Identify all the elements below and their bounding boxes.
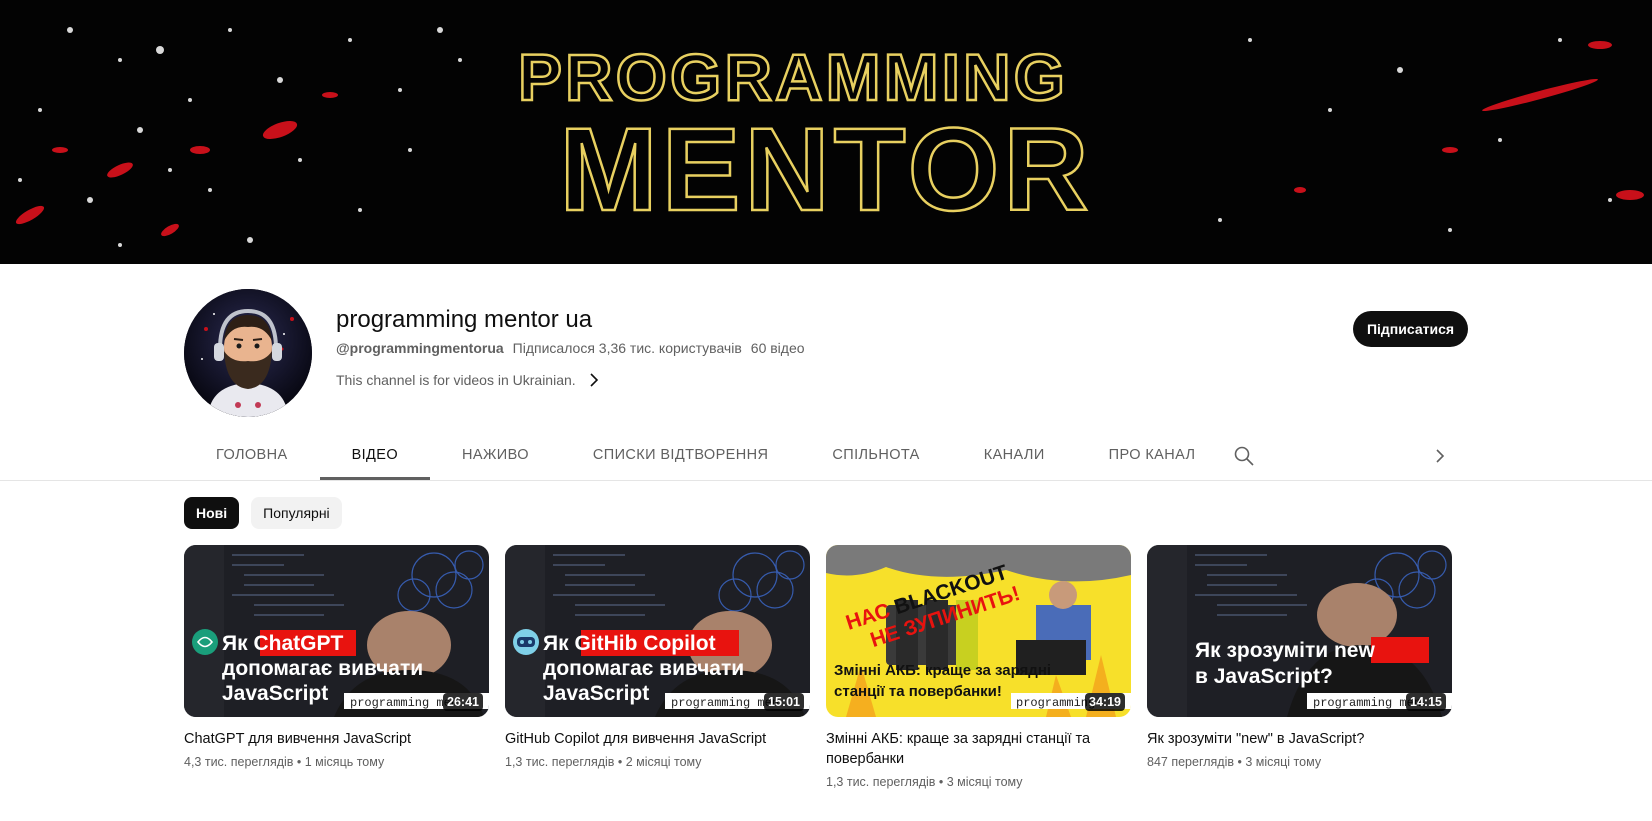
channel-avatar[interactable] [184,289,312,417]
thumb-text-2: в JavaScript? [1195,665,1333,688]
tab-channels[interactable]: КАНАЛИ [952,430,1077,480]
chevron-right-icon [590,373,598,387]
channel-meta: @programmingmentorua Підписалося 3,36 ти… [336,340,805,356]
video-thumbnail[interactable]: Як ChatGPT допомагає вивчати JavaScript … [184,545,489,717]
thumb-text-1b: GitHib Copilot [574,632,715,655]
tabs-divider [0,480,1652,481]
video-meta: 847 переглядів • 3 місяці тому [1147,755,1322,769]
thumb-watermark: programming men [350,696,458,710]
chatgpt-icon [192,629,218,655]
thumbnail-art: Як ChatGPT допомагає вивчати JavaScript … [184,545,489,717]
video-card[interactable]: Як GitHib Copilot допомагає вивчати Java… [505,545,810,769]
thumb-watermark: programming [1016,696,1095,710]
thumbnail-art: Як GitHib Copilot допомагає вивчати Java… [505,545,810,717]
thumb-watermark: programming men [1313,696,1421,710]
channel-name: programming mentor ua [336,306,593,333]
channel-handle: @programmingmentorua [336,340,504,356]
subscribe-button[interactable]: Підписатися [1353,311,1468,347]
thumb-text-2: допомагає вивчати [543,657,744,680]
search-icon[interactable] [1232,444,1256,468]
avatar-illustration [184,289,312,417]
banner-art: PROGRAMMING MENTOR [0,0,1652,264]
channel-description[interactable]: This channel is for videos in Ukrainian. [336,372,600,388]
tab-playlists[interactable]: СПИСКИ ВІДТВОРЕННЯ [561,430,801,480]
tab-live[interactable]: НАЖИВО [430,430,561,480]
video-duration: 14:15 [1406,693,1446,711]
video-thumbnail[interactable]: Як GitHib Copilot допомагає вивчати Java… [505,545,810,717]
svg-text:Як зрозуміти new: Як зрозуміти new [1195,639,1375,662]
video-card[interactable]: НАС BLACKOUT НЕ ЗУПИНИТЬ! Змінні АКБ: кр… [826,545,1131,789]
channel-description-text: This channel is for videos in Ukrainian. [336,372,576,388]
thumb-text-3: Змінні АКБ: краще за зарядні [834,662,1051,679]
video-meta: 4,3 тис. переглядів • 1 місяць тому [184,755,385,769]
thumb-text-1b: ChatGPT [253,632,343,655]
channel-banner: PROGRAMMING MENTOR [0,0,1652,264]
thumb-text-4: станції та повербанки! [834,683,1002,700]
chevron-right-icon[interactable] [1428,444,1452,468]
thumb-text-1a: Як зрозуміти [1195,639,1334,662]
video-card[interactable]: Як ChatGPT допомагає вивчати JavaScript … [184,545,489,769]
banner-line-2: MENTOR [559,104,1092,236]
chip-popular[interactable]: Популярні [251,497,342,529]
video-count: 60 відео [750,340,805,356]
chip-newest[interactable]: Нові [184,497,240,529]
video-duration: 26:41 [443,693,483,711]
thumb-text-1b: new [1334,639,1376,662]
video-title[interactable]: ChatGPT для вивчення JavaScript [184,729,489,749]
thumb-text-3: JavaScript [222,682,328,705]
video-title[interactable]: Змінні АКБ: краще за зарядні станції та … [826,729,1131,769]
tab-videos[interactable]: ВІДЕО [319,430,431,480]
video-thumbnail[interactable]: Як зрозуміти new в JavaScript? programmi… [1147,545,1452,717]
thumb-text-1a: Як [222,632,253,655]
thumb-watermark: programming men [671,696,779,710]
banner-line-1: PROGRAMMING [518,40,1068,114]
thumb-text-1a: Як [543,632,574,655]
video-thumbnail[interactable]: НАС BLACKOUT НЕ ЗУПИНИТЬ! Змінні АКБ: кр… [826,545,1131,717]
thumbnail-art: НАС BLACKOUT НЕ ЗУПИНИТЬ! Змінні АКБ: кр… [826,545,1131,717]
video-duration: 15:01 [764,693,804,711]
thumb-text-2: допомагає вивчати [222,657,423,680]
thumb-text-3: JavaScript [543,682,649,705]
subscriber-count: Підписалося 3,36 тис. користувачів [512,340,742,356]
tab-community[interactable]: СПІЛЬНОТА [800,430,951,480]
thumbnail-art: Як зрозуміти new в JavaScript? programmi… [1147,545,1452,717]
svg-text:Як GitHib Copilot: Як GitHib Copilot [543,632,716,655]
video-title[interactable]: Як зрозуміти "new" в JavaScript? [1147,729,1452,749]
video-meta: 1,3 тис. переглядів • 2 місяці тому [505,755,702,769]
svg-text:Як ChatGPT: Як ChatGPT [222,632,343,655]
channel-tabs: ГОЛОВНА ВІДЕО НАЖИВО СПИСКИ ВІДТВОРЕННЯ … [184,430,1227,480]
video-title[interactable]: GitHub Copilot для вивчення JavaScript [505,729,810,749]
tab-home[interactable]: ГОЛОВНА [184,430,320,480]
tab-about[interactable]: ПРО КАНАЛ [1077,430,1228,480]
video-duration: 34:19 [1085,693,1125,711]
video-card[interactable]: Як зрозуміти new в JavaScript? programmi… [1147,545,1452,769]
sort-chips: Нові Популярні [184,497,342,529]
video-meta: 1,3 тис. переглядів • 3 місяці тому [826,775,1023,789]
